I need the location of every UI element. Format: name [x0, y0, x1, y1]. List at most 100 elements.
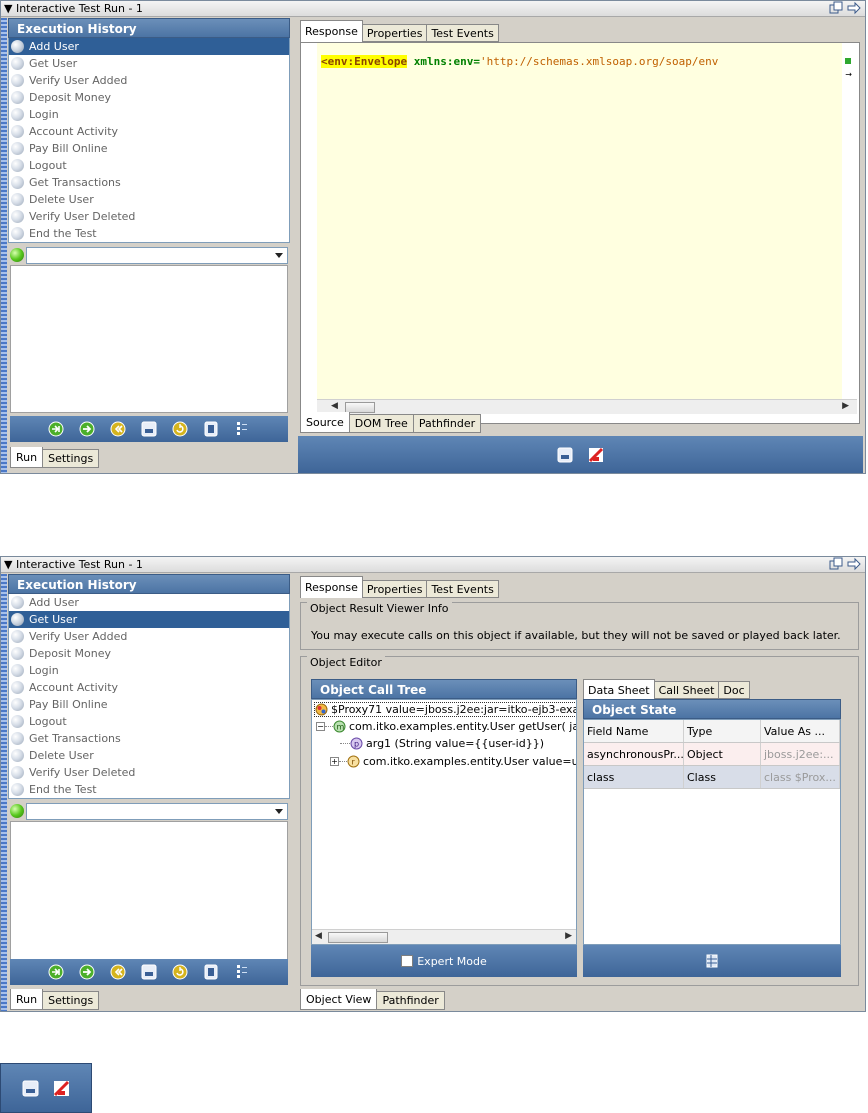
history-item[interactable]: Login [9, 106, 289, 123]
step-dropdown[interactable] [26, 802, 288, 820]
history-item[interactable]: Verify User Deleted [9, 764, 289, 781]
save-icon[interactable] [557, 446, 574, 463]
tab-object-view[interactable]: Object View [300, 989, 378, 1010]
tree-arg-node[interactable]: p arg1 (String value={{user-id}}) [340, 737, 544, 750]
history-item[interactable]: Add User [9, 38, 289, 55]
export-arrow-icon[interactable] [847, 557, 861, 571]
history-item[interactable]: Delete User [9, 747, 289, 764]
step-status-icon [11, 664, 24, 677]
tab-doc[interactable]: Doc [718, 681, 750, 699]
refresh-icon[interactable] [172, 964, 189, 981]
tree-arg-label: arg1 (String value={{user-id}}) [366, 737, 545, 750]
response-panel: Response Properties Test Events <env:Env… [296, 18, 863, 473]
history-item[interactable]: End the Test [9, 781, 289, 798]
history-item[interactable]: Logout [9, 713, 289, 730]
expand-icon[interactable]: + [330, 757, 339, 766]
history-item[interactable]: End the Test [9, 225, 289, 242]
history-item-label: Login [29, 664, 59, 677]
history-item[interactable]: Get Transactions [9, 174, 289, 191]
scroll-thumb[interactable] [328, 932, 388, 943]
options-icon[interactable] [234, 421, 251, 438]
tree-horizontal-scrollbar[interactable]: ◀ ▶ [312, 929, 576, 944]
code-area[interactable]: <env:Envelope xmlns:env='http://schemas.… [317, 43, 842, 400]
tab-data-sheet[interactable]: Data Sheet [583, 679, 655, 699]
tab-properties[interactable]: Properties [361, 580, 428, 598]
table-row[interactable]: asynchronousPr... Object jboss.j2ee:... [584, 743, 840, 766]
maximize-icon[interactable] [829, 1, 843, 15]
tab-run[interactable]: Run [10, 447, 44, 468]
history-item[interactable]: Get Transactions [9, 730, 289, 747]
history-item[interactable]: Deposit Money [9, 645, 289, 662]
tab-settings[interactable]: Settings [42, 449, 100, 468]
history-item[interactable]: Login [9, 662, 289, 679]
tab-test-events[interactable]: Test Events [426, 580, 499, 598]
tree-method-node[interactable]: − m com.itko.examples.entity.User getUse… [316, 720, 576, 733]
history-item[interactable]: Delete User [9, 191, 289, 208]
tab-test-events[interactable]: Test Events [426, 24, 499, 42]
step-into-icon[interactable] [48, 964, 65, 981]
step-dropdown[interactable] [26, 246, 288, 264]
column-header-type[interactable]: Type [684, 720, 761, 742]
scroll-right-icon[interactable]: ▶ [565, 931, 572, 941]
tab-source[interactable]: Source [300, 412, 350, 433]
history-item[interactable]: Pay Bill Online [9, 696, 289, 713]
tree-result-node[interactable]: + r com.itko.examples.entity.User value=… [330, 755, 576, 768]
history-item-label: Get User [29, 57, 78, 70]
history-item[interactable]: Verify User Added [9, 628, 289, 645]
tab-call-sheet[interactable]: Call Sheet [653, 681, 720, 699]
run-icon[interactable] [79, 421, 96, 438]
column-header-value[interactable]: Value As ... [761, 720, 840, 742]
export-arrow-icon[interactable] [847, 1, 861, 15]
delete-icon[interactable] [203, 964, 220, 981]
save-icon[interactable] [141, 421, 158, 438]
rewind-icon[interactable] [110, 964, 127, 981]
tab-pathfinder[interactable]: Pathfinder [376, 991, 445, 1010]
scroll-left-icon[interactable]: ◀ [315, 931, 322, 941]
delete-icon[interactable] [203, 421, 220, 438]
tab-dom-tree[interactable]: DOM Tree [348, 414, 414, 433]
execution-history-header: Execution History [8, 18, 290, 38]
table-row[interactable]: class Class class $Prox... [584, 766, 840, 789]
tab-response[interactable]: Response [300, 576, 363, 598]
tab-settings[interactable]: Settings [42, 991, 100, 1010]
scroll-left-icon[interactable]: ◀ [331, 401, 338, 411]
save-icon[interactable] [141, 964, 158, 981]
rewind-icon[interactable] [110, 421, 127, 438]
table-icon[interactable] [705, 954, 719, 968]
scroll-right-icon[interactable]: ▶ [842, 401, 849, 411]
save-icon[interactable] [22, 1080, 39, 1097]
history-item[interactable]: Verify User Added [9, 72, 289, 89]
history-item[interactable]: Logout [9, 157, 289, 174]
refresh-icon[interactable] [172, 421, 189, 438]
run-icon[interactable] [79, 964, 96, 981]
no-edit-icon[interactable] [53, 1080, 70, 1097]
tree-root-node[interactable]: $Proxy71 value=jboss.j2ee:jar=itko-ejb3-… [314, 702, 576, 717]
drag-strip[interactable] [1, 574, 7, 1011]
tab-run[interactable]: Run [10, 989, 44, 1010]
column-header-field[interactable]: Field Name [584, 720, 684, 742]
tab-properties[interactable]: Properties [361, 24, 428, 42]
tab-pathfinder[interactable]: Pathfinder [412, 414, 482, 433]
expert-mode-checkbox[interactable] [401, 955, 414, 967]
step-into-icon[interactable] [48, 421, 65, 438]
tab-response[interactable]: Response [300, 20, 363, 42]
options-icon[interactable] [234, 964, 251, 981]
green-status-icon [10, 804, 24, 818]
no-edit-icon[interactable] [588, 446, 605, 463]
history-item[interactable]: Get User [9, 55, 289, 72]
history-item[interactable]: Account Activity [9, 123, 289, 140]
state-tabs: Data Sheet Call Sheet Doc [583, 677, 841, 699]
step-selector-row [8, 245, 290, 265]
maximize-icon[interactable] [829, 557, 843, 571]
call-tree[interactable]: $Proxy71 value=jboss.j2ee:jar=itko-ejb3-… [311, 699, 577, 945]
history-item[interactable]: Pay Bill Online [9, 140, 289, 157]
collapse-icon[interactable]: − [316, 722, 325, 731]
wrap-arrow-icon: → [845, 70, 852, 79]
history-item[interactable]: Verify User Deleted [9, 208, 289, 225]
history-item[interactable]: Account Activity [9, 679, 289, 696]
history-item[interactable]: Add User [9, 594, 289, 611]
history-item[interactable]: Get User [9, 611, 289, 628]
source-editor[interactable]: <env:Envelope xmlns:env='http://schemas.… [300, 42, 860, 424]
history-item[interactable]: Deposit Money [9, 89, 289, 106]
drag-strip[interactable] [1, 18, 7, 473]
